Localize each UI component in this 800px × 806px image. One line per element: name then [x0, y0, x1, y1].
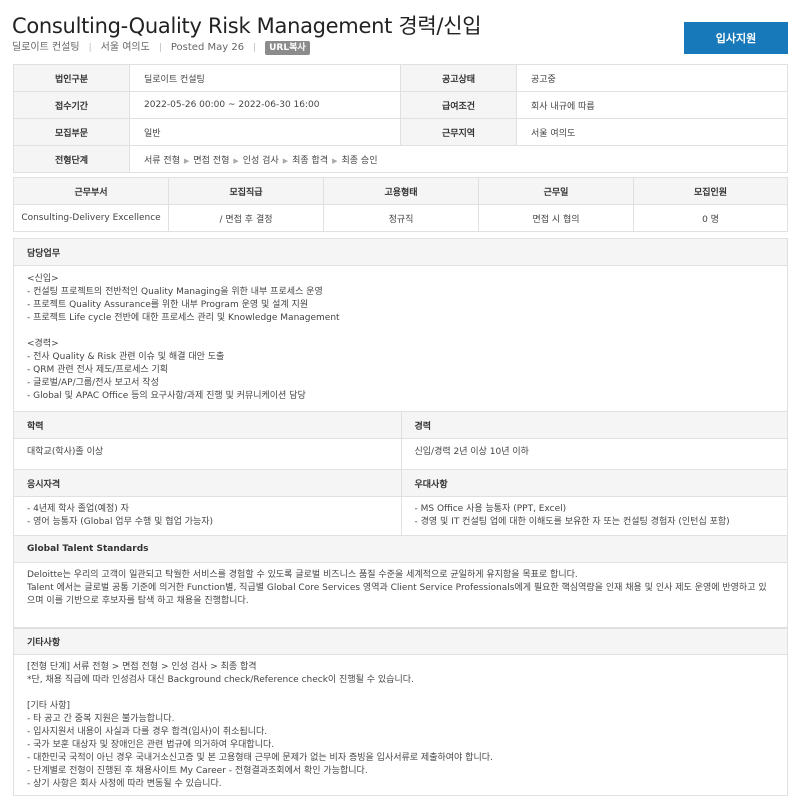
process-steps: 서류 전형 ▶ 면접 전형 ▶ 인성 검사 ▶ 최종 합격 ▶ 최종 승인	[129, 145, 788, 173]
job-detail: 담당업무 <신입> - 컨설팅 프로젝트의 전반적인 Quality Manag…	[13, 238, 788, 796]
corp-label: 법인구분	[13, 64, 130, 92]
url-copy-button[interactable]: URL복사	[265, 41, 310, 55]
position-cell: 정규직	[323, 204, 479, 232]
process-step: 최종 승인	[341, 155, 378, 166]
section-title: 학력	[14, 412, 401, 439]
section-title: 우대사항	[401, 470, 787, 497]
status-label: 공고상태	[400, 64, 517, 92]
qualification-body: - 4년제 학사 졸업(예정) 자 - 영어 능통자 (Global 업무 수행…	[27, 504, 214, 527]
preference-section: 우대사항 - MS Office 사용 능통자 (PPT, Excel) - 경…	[400, 470, 787, 535]
meta-separator: |	[158, 43, 162, 53]
status-value: 공고중	[516, 64, 788, 92]
talent-body: Deloitte는 우리의 고객이 일관되고 탁월한 서비스를 경험할 수 있도…	[27, 570, 767, 606]
process-step: 인성 검사	[242, 155, 279, 166]
salary-label: 급여조건	[400, 91, 517, 119]
qualification-preference-row: 응시자격 - 4년제 학사 졸업(예정) 자 - 영어 능통자 (Global …	[14, 470, 787, 536]
position-header: 모집직급	[168, 177, 324, 205]
salary-value: 회사 내규에 따름	[516, 91, 788, 119]
meta-separator: |	[88, 43, 92, 53]
period-value: 2022-05-26 00:00 ~ 2022-06-30 16:00	[129, 91, 401, 119]
job-meta: 딜로이트 컨설팅 | 서울 여의도 | Posted May 26 | URL복…	[12, 41, 652, 55]
position-table: 근무부서 모집직급 고용형태 근무일 모집인원 Consulting-Deliv…	[13, 177, 788, 232]
preference-body: - MS Office 사용 능통자 (PPT, Excel) - 경영 및 I…	[414, 504, 730, 527]
section-title: Global Talent Standards	[14, 536, 787, 563]
workplace-label: 근무지역	[400, 118, 517, 146]
chevron-right-icon: ▶	[183, 156, 190, 165]
process-step: 서류 전형	[144, 155, 180, 166]
workplace-value: 서울 여의도	[516, 118, 788, 146]
posted-date: Posted May 26	[170, 42, 245, 53]
position-cell: 면접 시 협의	[478, 204, 634, 232]
talent-section: Global Talent Standards Deloitte는 우리의 고객…	[14, 536, 787, 628]
meta-separator: |	[253, 43, 257, 53]
position-header: 고용형태	[323, 177, 479, 205]
education-career-row: 학력 대학교(학사)졸 이상 경력 신입/경력 2년 이상 10년 이하	[14, 412, 787, 470]
duties-section: 담당업무 <신입> - 컨설팅 프로젝트의 전반적인 Quality Manag…	[14, 239, 787, 412]
process-step: 최종 합격	[292, 155, 329, 166]
chevron-right-icon: ▶	[332, 156, 338, 165]
position-cell: / 면접 후 결정	[168, 204, 324, 232]
etc-section: 기타사항 [전형 단계] 서류 전형 > 면접 전형 > 인성 검사 > 최종 …	[14, 628, 787, 795]
apply-button[interactable]: 입사지원	[684, 22, 788, 54]
section-title: 응시자격	[14, 470, 401, 497]
duties-body: <신입> - 컨설팅 프로젝트의 전반적인 Quality Managing을 …	[27, 274, 340, 401]
etc-body: [전형 단계] 서류 전형 > 면접 전형 > 인성 검사 > 최종 합격 *단…	[27, 662, 493, 789]
process-label: 전형단계	[13, 145, 130, 173]
job-info-table: 법인구분 딜로이트 컨설팅 공고상태 공고중 접수기간 2022-05-26 0…	[13, 64, 788, 173]
table-row: Consulting-Delivery Excellence / 면접 후 결정…	[13, 204, 788, 232]
chevron-right-icon: ▶	[282, 156, 289, 165]
position-header: 근무부서	[13, 177, 169, 205]
job-location: 서울 여의도	[100, 42, 150, 53]
position-cell: 0 명	[633, 204, 788, 232]
career-value: 신입/경력 2년 이상 10년 이하	[414, 447, 529, 457]
job-header: Consulting-Quality Risk Management 경력/신입…	[12, 12, 652, 55]
career-section: 경력 신입/경력 2년 이상 10년 이하	[400, 412, 787, 469]
company-name: 딜로이트 컨설팅	[12, 42, 80, 53]
dept-label: 모집부문	[13, 118, 130, 146]
section-title: 경력	[401, 412, 787, 439]
education-value: 대학교(학사)졸 이상	[27, 447, 104, 457]
position-header: 모집인원	[633, 177, 788, 205]
dept-value: 일반	[129, 118, 401, 146]
period-label: 접수기간	[13, 91, 130, 119]
position-cell: Consulting-Delivery Excellence	[13, 204, 169, 232]
section-title: 담당업무	[14, 239, 787, 266]
position-header: 근무일	[478, 177, 634, 205]
job-title: Consulting-Quality Risk Management 경력/신입	[12, 14, 482, 38]
qualification-section: 응시자격 - 4년제 학사 졸업(예정) 자 - 영어 능통자 (Global …	[14, 470, 401, 535]
section-title: 기타사항	[14, 628, 787, 655]
corp-value: 딜로이트 컨설팅	[129, 64, 401, 92]
chevron-right-icon: ▶	[233, 156, 239, 165]
process-step: 면접 전형	[193, 155, 230, 166]
education-section: 학력 대학교(학사)졸 이상	[14, 412, 401, 469]
